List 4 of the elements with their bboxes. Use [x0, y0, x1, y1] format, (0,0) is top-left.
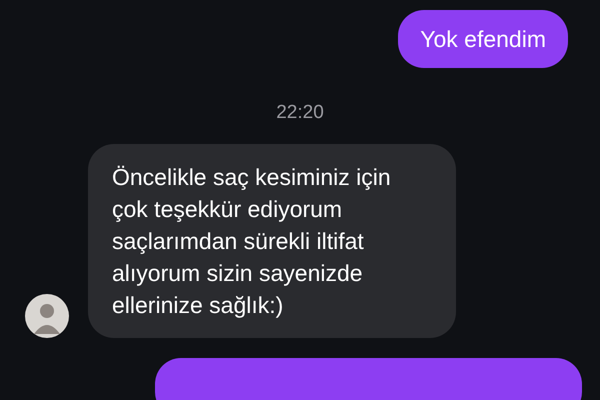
- outgoing-message: Yok efendim: [398, 10, 568, 68]
- incoming-message: Öncelikle saç kesiminiz için çok teşekkür ediyorum saçlarımdan sürekli iltifat alıyorum sizin sayenizde ellerinize sağlık:): [88, 144, 456, 338]
- avatar-icon: [25, 294, 69, 338]
- message-time: 22:20: [275, 102, 325, 124]
